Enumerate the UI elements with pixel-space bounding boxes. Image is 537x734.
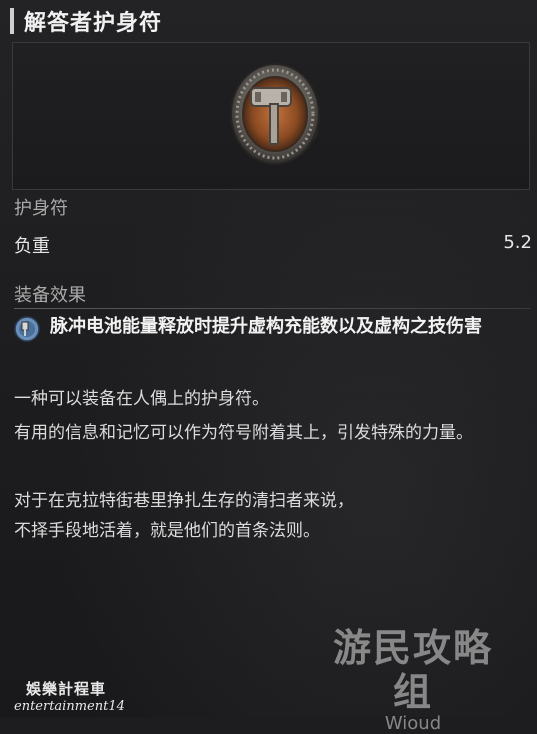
description-line: 一种可以装备在人偶上的护身符。: [14, 389, 269, 409]
pulse-battery-icon: [14, 316, 40, 342]
watermark-left-line2: entertainment14: [14, 699, 125, 714]
amulet-image: [230, 63, 320, 165]
weight-label: 负重: [14, 236, 50, 257]
description-line: 有用的信息和记忆可以作为符号附着其上，引发特殊的力量。: [14, 423, 473, 443]
watermark-main-text: 游民攻略组: [332, 626, 493, 714]
item-title: 解答者护身符: [24, 11, 163, 36]
effect-row: 脉冲电池能量释放时提升虚构充能数以及虚构之技伤害: [14, 314, 530, 342]
watermark-gamersky: 游民攻略组 Wioud: [318, 626, 508, 734]
description-line: 对于在克拉特街巷里挣扎生存的清扫者来说，: [14, 491, 354, 511]
item-category: 护身符: [14, 198, 68, 219]
title-accent-bar: [10, 8, 14, 34]
item-title-bar: 解答者护身符: [10, 6, 527, 36]
effect-text: 脉冲电池能量释放时提升虚构充能数以及虚构之技伤害: [50, 316, 482, 337]
watermark-left-line1: 娛樂計程車: [26, 680, 107, 698]
description-line: 不择手段地活着，就是他们的首条法则。: [14, 521, 320, 541]
effect-section-header: 装备效果: [14, 285, 86, 306]
watermark-sub-text: Wioud: [384, 713, 442, 734]
weight-row: 负重 5.2: [14, 232, 532, 258]
section-divider: [14, 308, 530, 309]
watermark-entertainment: 娛樂計程車 entertainment14: [14, 678, 125, 714]
weight-value: 5.2: [503, 232, 532, 253]
